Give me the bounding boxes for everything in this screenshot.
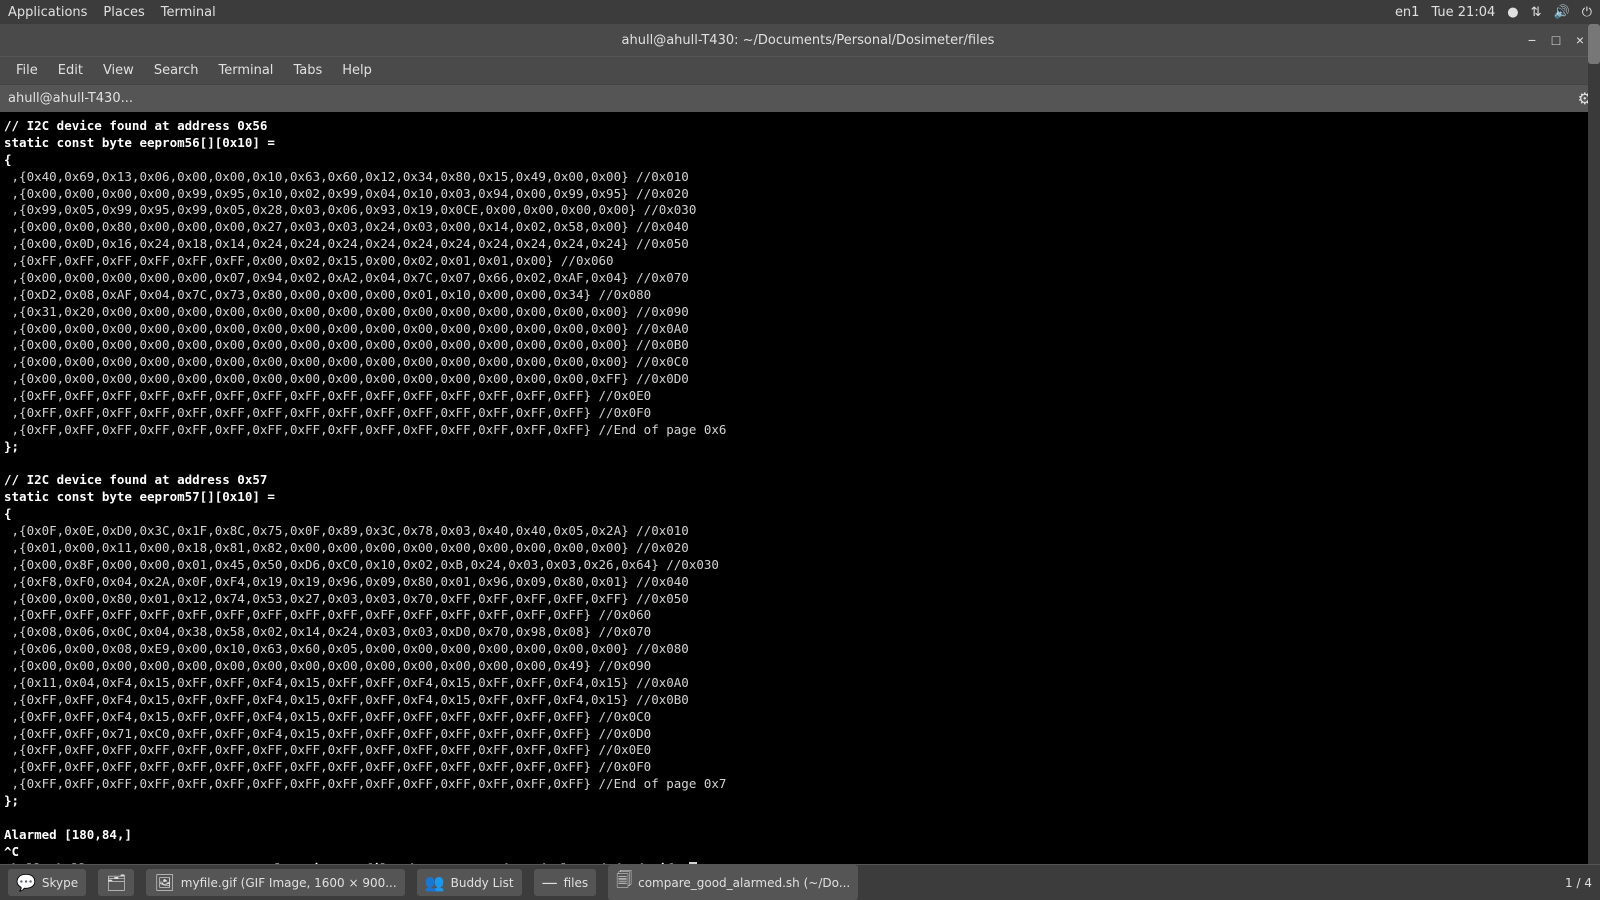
power-icon[interactable]: ⏻	[1582, 5, 1592, 20]
time-label: Tue 21:04	[1431, 5, 1495, 20]
minimize-button[interactable]: −	[1524, 32, 1540, 48]
title-bar: ahull@ahull-T430: ~/Documents/Personal/D…	[0, 24, 1600, 56]
network-icon: ⇅	[1531, 5, 1542, 20]
menu-file[interactable]: File	[8, 61, 46, 80]
menu-edit[interactable]: Edit	[50, 61, 91, 80]
system-bar-right: en1 Tue 21:04 ● ⇅ 🔊 ⏻	[1395, 5, 1592, 20]
taskbar-buddy[interactable]: 👥 Buddy List	[417, 869, 522, 896]
volume-icon[interactable]: 🔊	[1554, 5, 1570, 20]
system-bar-left: Applications Places Terminal	[8, 5, 216, 20]
scrollbar-thumb[interactable]	[1588, 24, 1600, 64]
bullet-separator: ●	[1507, 5, 1518, 20]
taskbar-files[interactable]: — files	[534, 869, 597, 896]
menu-terminal[interactable]: Terminal	[210, 61, 281, 80]
taskbar-skype[interactable]: 💬 Skype	[8, 869, 86, 896]
taskbar-buddy-label: Buddy List	[451, 876, 514, 890]
places-menu[interactable]: Places	[103, 5, 144, 20]
taskbar-myfile-label: myfile.gif (GIF Image, 1600 × 900...	[181, 876, 397, 890]
close-button[interactable]: ×	[1572, 32, 1588, 48]
image-icon: 🖼	[154, 873, 174, 892]
locale-label: en1	[1395, 5, 1420, 20]
tab-bar-left: ahull@ahull-T430...	[8, 91, 133, 106]
menu-tabs[interactable]: Tabs	[285, 61, 330, 80]
taskbar-files-manager[interactable]: 🗂	[98, 869, 134, 896]
page-indicator: 1 / 4	[1565, 876, 1592, 890]
taskbar-compare-label: compare_good_alarmed.sh (~/Do...	[638, 876, 850, 890]
tab-bar: ahull@ahull-T430... ⚙	[0, 84, 1600, 112]
files-manager-icon: 🗂	[106, 873, 126, 892]
scrollbar[interactable]	[1588, 24, 1600, 864]
taskbar-myfile[interactable]: 🖼 myfile.gif (GIF Image, 1600 × 900...	[146, 869, 404, 896]
window-controls: − □ ×	[1524, 32, 1588, 48]
menu-search[interactable]: Search	[146, 61, 207, 80]
applications-menu[interactable]: Applications	[8, 5, 87, 20]
system-bar: Applications Places Terminal en1 Tue 21:…	[0, 0, 1600, 24]
files-icon: —	[542, 873, 558, 892]
menu-help[interactable]: Help	[334, 61, 380, 80]
taskbar-skype-label: Skype	[42, 876, 78, 890]
script-icon: 🗐	[616, 869, 632, 896]
taskbar-compare[interactable]: 🗐 compare_good_alarmed.sh (~/Do...	[608, 865, 858, 900]
taskbar: 💬 Skype 🗂 🖼 myfile.gif (GIF Image, 1600 …	[0, 864, 1600, 900]
taskbar-files-label: files	[564, 876, 589, 890]
menu-view[interactable]: View	[95, 61, 142, 80]
tab-username[interactable]: ahull@ahull-T430...	[8, 91, 133, 106]
skype-icon: 💬	[16, 873, 36, 892]
terminal-content[interactable]: // I2C device found at address 0x56 stat…	[0, 112, 1600, 864]
menu-bar: File Edit View Search Terminal Tabs Help	[0, 56, 1600, 84]
maximize-button[interactable]: □	[1548, 32, 1564, 48]
window-title: ahull@ahull-T430: ~/Documents/Personal/D…	[92, 33, 1524, 48]
terminal-menu[interactable]: Terminal	[161, 5, 216, 20]
buddy-icon: 👥	[425, 873, 445, 892]
